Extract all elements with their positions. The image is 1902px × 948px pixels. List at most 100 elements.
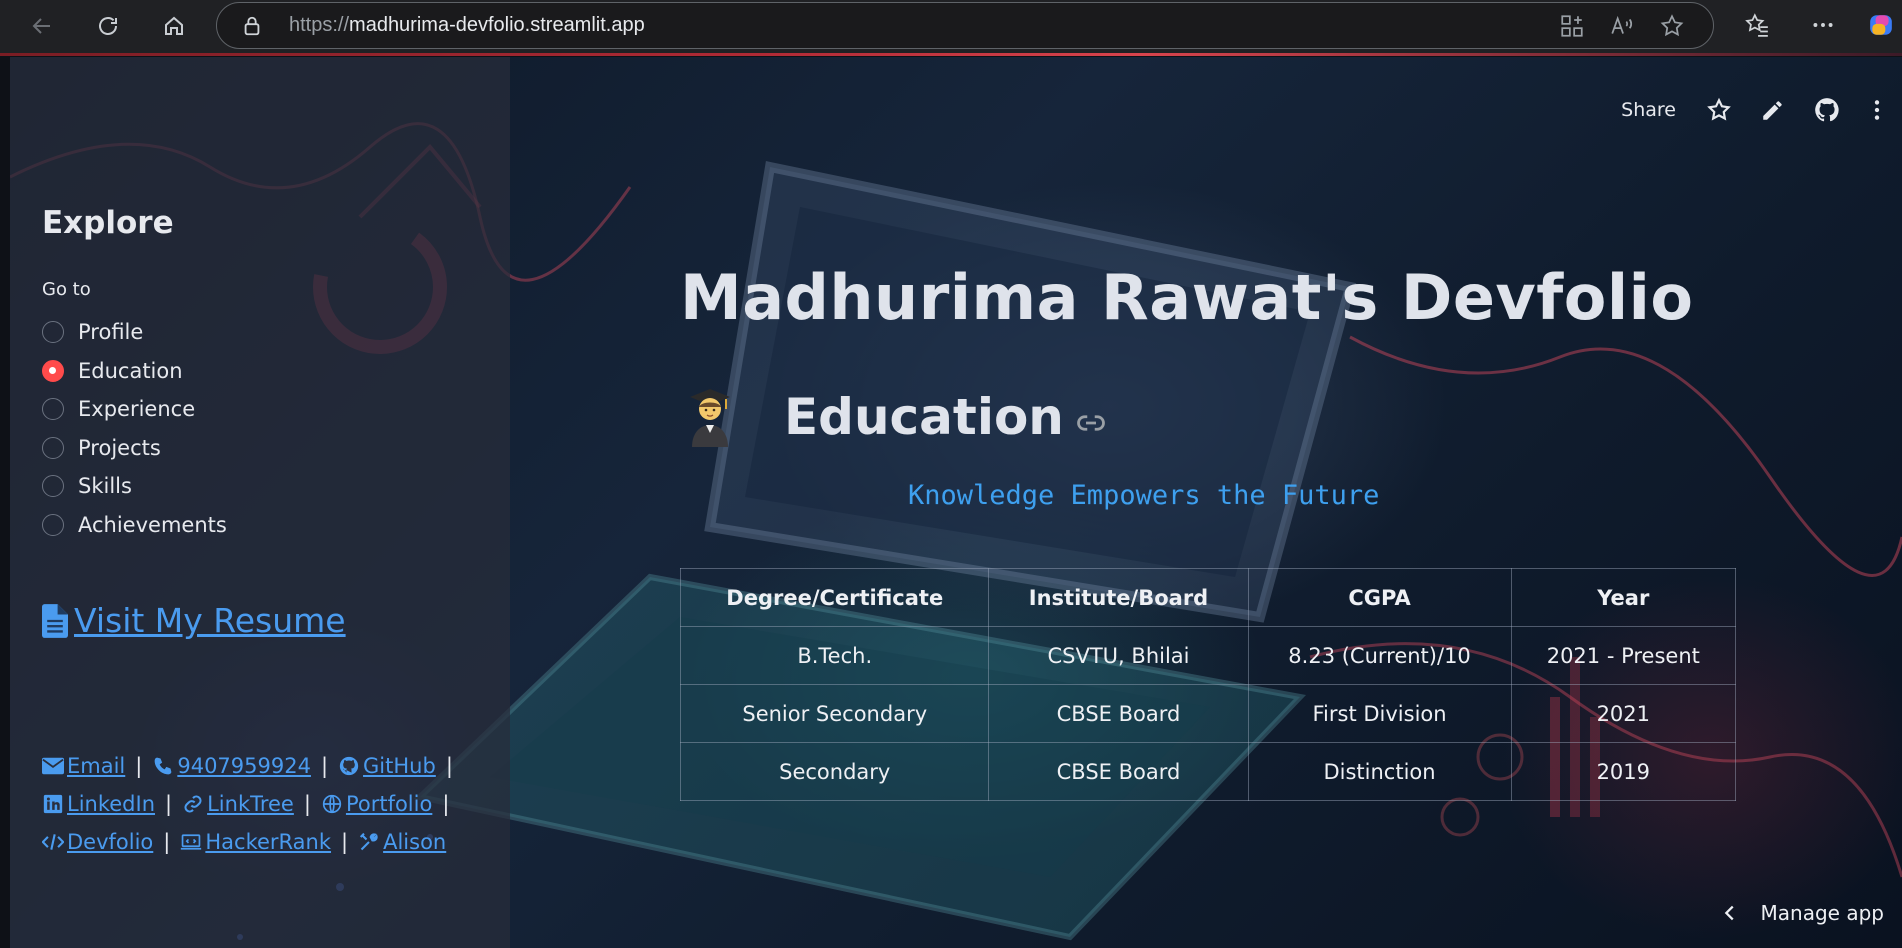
sidebar: Explore Go to Profile Education Experien… (10, 57, 510, 948)
edit-pencil-icon[interactable] (1760, 97, 1786, 123)
radio-circle-selected[interactable] (42, 359, 64, 382)
radio-label: Education (78, 358, 183, 383)
nav-radio-profile[interactable]: Profile (42, 313, 227, 352)
anchor-link-icon[interactable] (1076, 408, 1106, 438)
graduate-emoji-icon (690, 389, 730, 447)
refresh-icon[interactable] (88, 8, 128, 44)
browser-toolbar: https://madhurima-devfolio.streamlit.app (0, 0, 1902, 56)
separator: | (442, 792, 450, 816)
devfolio-link-label: Devfolio (67, 830, 154, 854)
more-menu-icon[interactable] (1810, 12, 1836, 38)
home-icon[interactable] (154, 8, 194, 44)
radio-label: Projects (78, 435, 161, 460)
table-row: B.Tech. CSVTU, Bhilai 8.23 (Current)/10 … (679, 626, 1737, 685)
nav-radio-skills[interactable]: Skills (42, 467, 227, 506)
linkedin-link[interactable]: LinkedIn (42, 792, 155, 816)
code-icon (42, 834, 64, 850)
radio-circle[interactable] (42, 436, 64, 459)
separator: | (445, 754, 453, 778)
radio-circle[interactable] (42, 513, 64, 536)
sidebar-title: Explore (42, 205, 174, 241)
url-text[interactable]: https://madhurima-devfolio.streamlit.app (289, 14, 645, 37)
separator: | (341, 830, 349, 854)
github-link[interactable]: GitHub (338, 754, 436, 778)
column-header: Year (1510, 568, 1737, 627)
phone-link[interactable]: 9407959924 (152, 754, 311, 778)
table-cell: 2019 (1510, 742, 1737, 801)
back-arrow-icon[interactable] (22, 8, 62, 44)
chevron-left-icon (1724, 905, 1734, 921)
file-document-icon (42, 603, 68, 638)
separator: | (320, 754, 329, 778)
radio-circle[interactable] (42, 321, 64, 344)
lock-icon (244, 16, 260, 36)
table-cell: 2021 - Present (1510, 626, 1737, 685)
phone-icon (155, 757, 172, 775)
star-icon[interactable] (1706, 97, 1732, 123)
nav-radio-experience[interactable]: Experience (42, 390, 227, 429)
portfolio-link[interactable]: Portfolio (321, 792, 432, 816)
column-header: CGPA (1247, 568, 1512, 627)
hackerrank-link-label: HackerRank (205, 830, 332, 854)
app-available-icon[interactable] (1559, 13, 1585, 39)
table-cell: First Division (1247, 684, 1512, 743)
main-content: Share Madhurima Rawat's Devfolio Educati… (510, 57, 1902, 948)
separator: | (303, 792, 311, 816)
envelope-icon (42, 757, 64, 775)
section-title: Education (784, 388, 1064, 446)
table-cell: CBSE Board (988, 684, 1249, 743)
github-icon[interactable] (1814, 97, 1840, 123)
email-link-label: Email (67, 754, 126, 778)
section-header: Education (688, 387, 1106, 447)
column-header: Degree/Certificate (679, 568, 990, 627)
radio-circle[interactable] (42, 398, 64, 421)
favorites-icon[interactable] (1744, 12, 1770, 38)
tools-icon (360, 832, 378, 851)
favorite-star-icon[interactable] (1659, 13, 1685, 39)
globe-icon (322, 794, 342, 814)
nav-radio-projects[interactable]: Projects (42, 429, 227, 468)
column-header: Institute/Board (988, 568, 1249, 627)
manage-app-label: Manage app (1760, 901, 1884, 925)
goto-label: Go to (42, 279, 91, 300)
linktree-link-label: LinkTree (207, 792, 294, 816)
github-link-label: GitHub (363, 754, 436, 778)
separator: | (163, 830, 171, 854)
copilot-icon[interactable] (1868, 12, 1894, 38)
table-cell: CBSE Board (988, 742, 1249, 801)
table-cell: Senior Secondary (679, 684, 990, 743)
table-row: Secondary CBSE Board Distinction 2019 (679, 742, 1737, 801)
manage-app-button[interactable]: Manage app (1719, 901, 1884, 925)
contact-links: Email | 9407959924 | GitHub | LinkedIn | LinkTr… (42, 747, 502, 861)
nav-radio-achievements[interactable]: Achievements (42, 506, 227, 545)
radio-label: Profile (78, 320, 144, 345)
page-title: Madhurima Rawat's Devfolio (680, 261, 1694, 334)
table-cell: B.Tech. (679, 626, 990, 685)
linkedin-icon (43, 794, 63, 814)
read-aloud-icon[interactable] (1609, 13, 1635, 39)
share-button[interactable]: Share (1621, 99, 1676, 121)
portfolio-link-label: Portfolio (345, 792, 433, 816)
alison-link[interactable]: Alison (358, 830, 446, 854)
laptop-code-icon (181, 834, 202, 850)
github-icon (339, 756, 359, 776)
tagline: Knowledge Empowers the Future (908, 480, 1380, 511)
linkedin-link-label: LinkedIn (67, 792, 156, 816)
radio-circle[interactable] (42, 475, 64, 498)
nav-radio-education[interactable]: Education (42, 352, 227, 391)
linktree-link[interactable]: LinkTree (182, 792, 294, 816)
address-bar[interactable]: https://madhurima-devfolio.streamlit.app (216, 2, 1714, 49)
email-link[interactable]: Email (42, 754, 125, 778)
link-chain-icon (184, 795, 202, 813)
alison-link-label: Alison (383, 830, 447, 854)
table-cell: CSVTU, Bhilai (988, 626, 1249, 685)
radio-label: Achievements (78, 512, 227, 537)
devfolio-link[interactable]: Devfolio (42, 830, 153, 854)
radio-label: Experience (78, 397, 196, 422)
nav-radio-group: Profile Education Experience Projects Sk… (42, 313, 227, 544)
hackerrank-link[interactable]: HackerRank (180, 830, 331, 854)
table-cell: 8.23 (Current)/10 (1247, 626, 1512, 685)
table-row: Senior Secondary CBSE Board First Divisi… (679, 684, 1737, 743)
main-menu-icon[interactable] (1864, 97, 1890, 123)
visit-resume-link[interactable]: Visit My Resume (42, 601, 346, 640)
